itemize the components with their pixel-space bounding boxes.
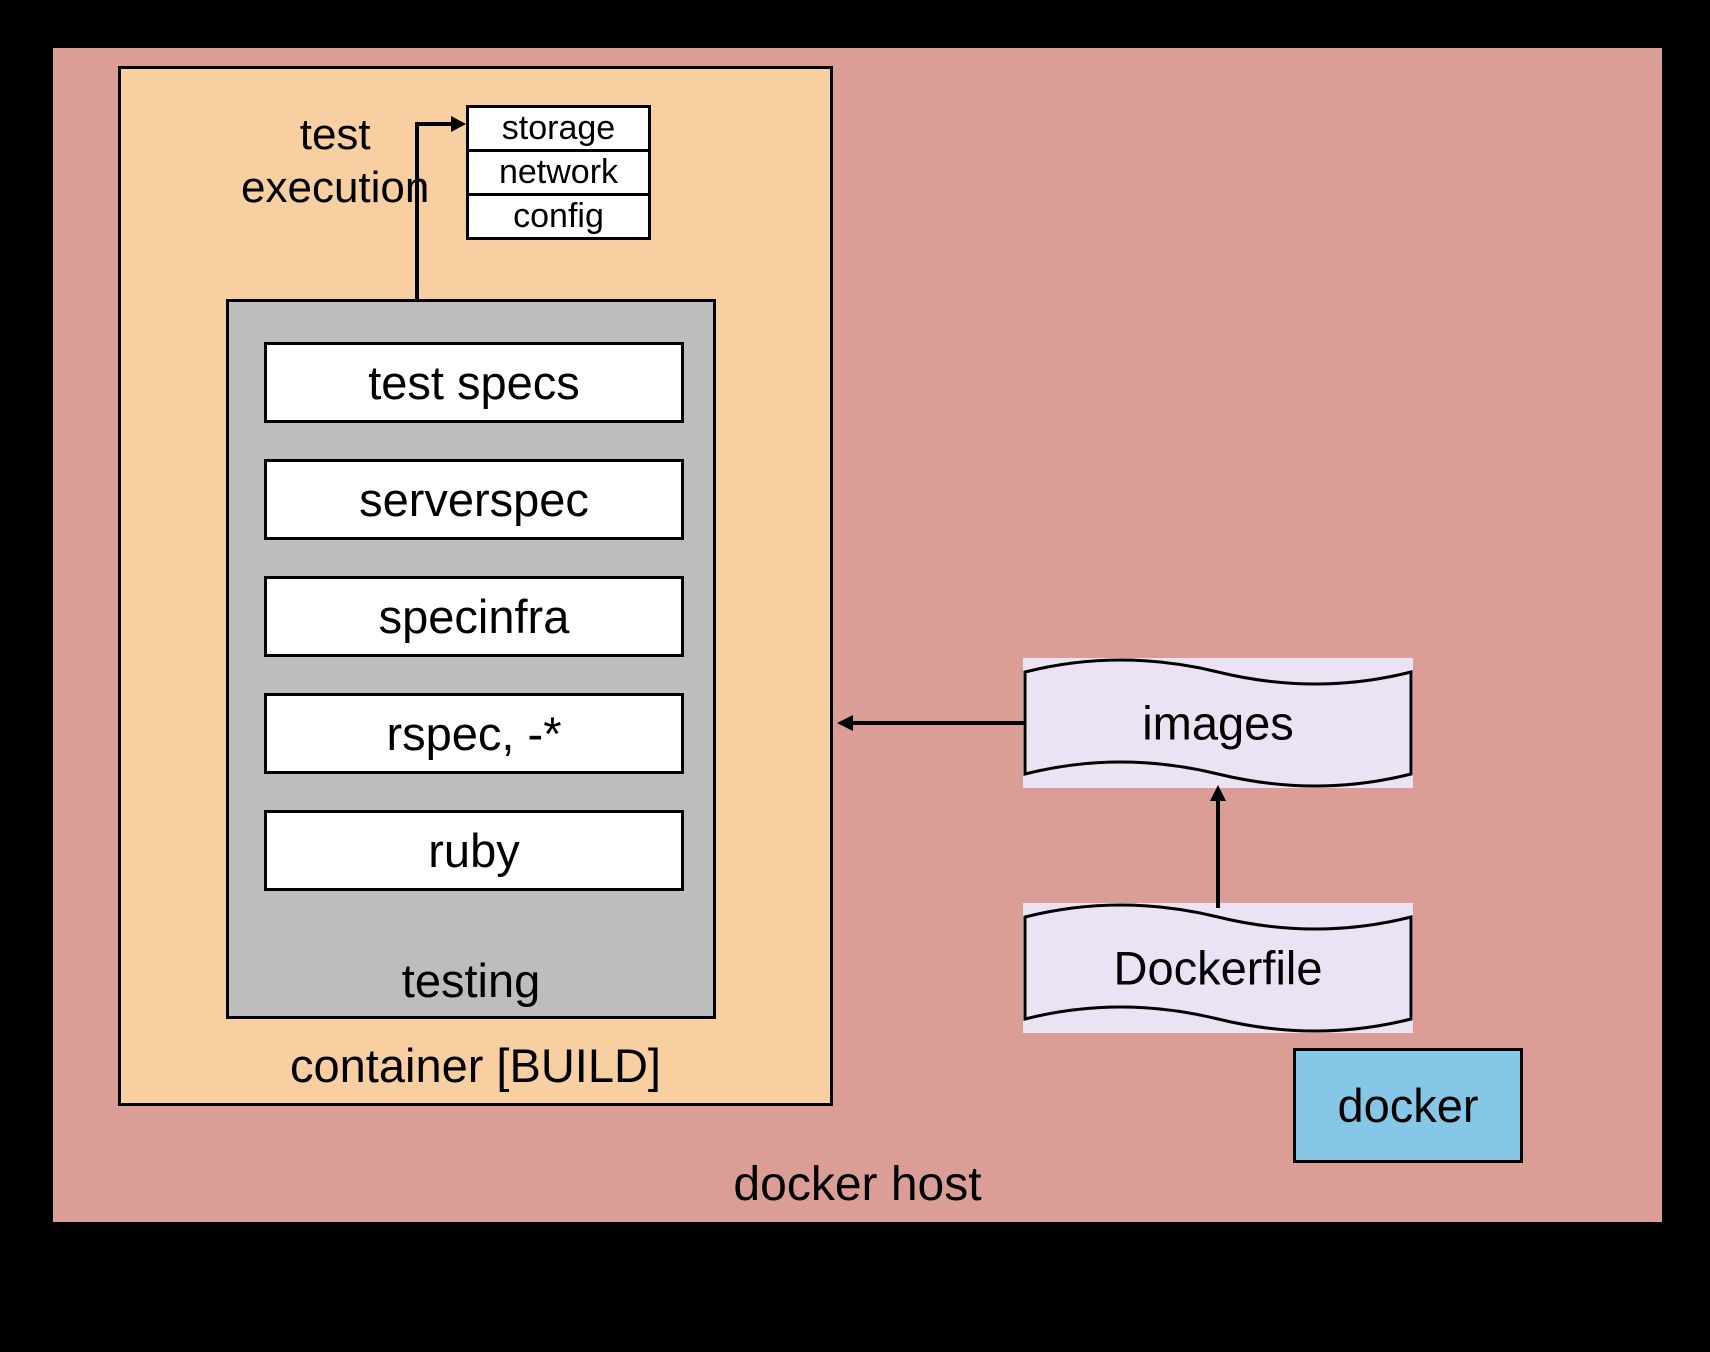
stack-serverspec: serverspec: [264, 459, 684, 540]
small-stack: storage network config: [466, 105, 651, 237]
testing-label: testing: [402, 953, 540, 1008]
arrow-images-to-container: [835, 708, 1035, 738]
stack-specinfra: specinfra: [264, 576, 684, 657]
test-execution-label: test execution: [241, 109, 429, 215]
docker-host-label: docker host: [733, 1157, 981, 1212]
stack-testspecs: test specs: [264, 342, 684, 423]
stack-rspec: rspec, -*: [264, 693, 684, 774]
testing-box: testing test specs serverspec specinfra …: [226, 299, 716, 1019]
stack-ruby: ruby: [264, 810, 684, 891]
docker-host-box: docker host container [BUILD] test execu…: [50, 45, 1665, 1225]
dockerfile-label: Dockerfile: [1114, 941, 1323, 996]
container-build-label: container [BUILD]: [290, 1038, 661, 1093]
docker-box: docker: [1293, 1048, 1523, 1163]
container-build-box: container [BUILD] test execution storage…: [118, 66, 833, 1106]
images-box: images: [1023, 658, 1413, 788]
arrow-testing-to-smallstack: [411, 114, 471, 314]
storage-box: storage: [466, 105, 651, 152]
arrow-dockerfile-to-images: [1203, 783, 1233, 913]
testing-stack: test specs serverspec specinfra rspec, -…: [264, 342, 684, 891]
config-box: config: [466, 193, 651, 240]
images-label: images: [1142, 696, 1294, 751]
network-box: network: [466, 149, 651, 196]
docker-label: docker: [1337, 1078, 1478, 1133]
dockerfile-box: Dockerfile: [1023, 903, 1413, 1033]
